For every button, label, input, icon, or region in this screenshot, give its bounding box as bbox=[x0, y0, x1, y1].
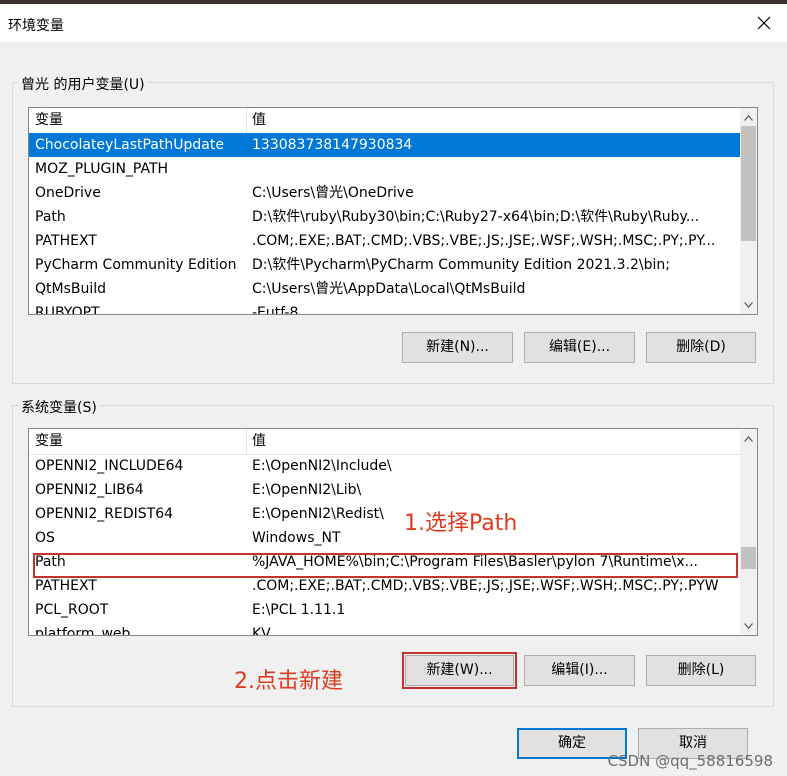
table-row[interactable]: PCL_ROOT E:\PCL 1.11.1 bbox=[29, 598, 740, 622]
column-header-value[interactable]: 值 bbox=[246, 108, 646, 133]
cell-name: PyCharm Community Edition bbox=[35, 257, 237, 273]
table-row[interactable]: OPENNI2_INCLUDE64 E:\OpenNI2\Include\ bbox=[29, 454, 740, 478]
table-row[interactable]: PyCharm Community Edition D:\软件\Pycharm\P… bbox=[29, 253, 740, 277]
cell-name: platform_web bbox=[35, 626, 131, 635]
table-row[interactable]: Path D:\软件\ruby\Ruby30\bin;C:\Ruby27-x64\… bbox=[29, 205, 740, 229]
cell-value: C:\Users\曾光\OneDrive bbox=[252, 185, 414, 201]
cell-value: C:\Users\曾光\AppData\Local\QtMsBuild bbox=[252, 281, 526, 297]
system-vars-group-label: 系统变量(S) bbox=[18, 397, 100, 417]
system-edit-button[interactable]: 编辑(I)... bbox=[524, 655, 635, 686]
cell-value: .COM;.EXE;.BAT;.CMD;.VBS;.VBE;.JS;.JSE;.… bbox=[252, 233, 716, 249]
cell-name: MOZ_PLUGIN_PATH bbox=[35, 161, 169, 177]
cell-value: E:\OpenNI2\Include\ bbox=[252, 458, 392, 474]
cell-value: D:\软件\Pycharm\PyCharm Community Edition … bbox=[252, 257, 671, 273]
cell-name: OPENNI2_REDIST64 bbox=[35, 506, 174, 522]
close-button[interactable] bbox=[741, 4, 787, 42]
window-title: 环境变量 bbox=[8, 18, 64, 34]
table-row[interactable]: ChocolateyLastPathUpdate 1330837381479308… bbox=[29, 133, 740, 157]
cell-value: E:\PCL 1.11.1 bbox=[252, 602, 346, 618]
watermark: CSDN @qq_58816598 bbox=[607, 752, 773, 770]
cell-name: Path bbox=[35, 209, 66, 225]
user-vars-scrollbar[interactable] bbox=[740, 108, 757, 314]
column-header-variable[interactable]: 变量 bbox=[29, 108, 246, 133]
path-highlight-box bbox=[33, 553, 738, 578]
user-vars-list[interactable]: 变量 值 ChocolateyLastPathUpdate 13308373814… bbox=[28, 107, 758, 315]
scroll-thumb[interactable] bbox=[741, 547, 756, 569]
system-vars-rows: OPENNI2_INCLUDE64 E:\OpenNI2\Include\ OPE… bbox=[29, 454, 740, 635]
user-vars-group-label: 曾光 的用户变量(U) bbox=[18, 74, 148, 94]
table-row[interactable]: QtMsBuild C:\Users\曾光\AppData\Local\QtMsB… bbox=[29, 277, 740, 301]
column-header-variable[interactable]: 变量 bbox=[29, 429, 246, 454]
step2-annotation: 2.点击新建 bbox=[234, 669, 343, 694]
chevron-down-icon bbox=[744, 301, 753, 308]
chevron-up-icon bbox=[744, 114, 753, 121]
cell-value: KV... bbox=[252, 626, 283, 635]
cell-name: QtMsBuild bbox=[35, 281, 107, 297]
column-header-value[interactable]: 值 bbox=[246, 429, 646, 454]
user-vars-rows: ChocolateyLastPathUpdate 1330837381479308… bbox=[29, 133, 740, 314]
cell-name: RUBYOPT bbox=[35, 305, 100, 314]
table-row[interactable]: MOZ_PLUGIN_PATH bbox=[29, 157, 740, 181]
scroll-down-button[interactable] bbox=[740, 296, 757, 313]
cell-name: PCL_ROOT bbox=[35, 602, 109, 618]
table-row[interactable]: platform_web KV... bbox=[29, 622, 740, 635]
table-row[interactable]: PATHEXT .COM;.EXE;.BAT;.CMD;.VBS;.VBE;.JS… bbox=[29, 229, 740, 253]
scroll-up-button[interactable] bbox=[740, 430, 757, 447]
table-row[interactable]: OS Windows_NT bbox=[29, 526, 740, 550]
table-row[interactable]: OneDrive C:\Users\曾光\OneDrive bbox=[29, 181, 740, 205]
system-vars-header: 变量 值 bbox=[29, 429, 740, 455]
cell-value: D:\软件\ruby\Ruby30\bin;C:\Ruby27-x64\bin;… bbox=[252, 209, 700, 225]
cell-name: ChocolateyLastPathUpdate bbox=[35, 137, 224, 153]
chevron-down-icon bbox=[744, 622, 753, 629]
cell-name: OS bbox=[35, 530, 55, 546]
cell-value: E:\OpenNI2\Lib\ bbox=[252, 482, 362, 498]
system-vars-list[interactable]: 变量 值 OPENNI2_INCLUDE64 E:\OpenNI2\Include… bbox=[28, 428, 758, 636]
step1-annotation: 1.选择Path bbox=[404, 511, 518, 536]
user-edit-button[interactable]: 编辑(E)... bbox=[524, 332, 635, 363]
system-delete-button[interactable]: 删除(L) bbox=[646, 655, 756, 686]
close-icon bbox=[757, 16, 771, 30]
cell-value: 133083738147930834 bbox=[252, 137, 413, 153]
table-row[interactable]: RUBYOPT -Eutf-8 bbox=[29, 301, 740, 314]
title-bar: 环境变量 bbox=[0, 4, 787, 42]
cell-value: -Eutf-8 bbox=[252, 305, 299, 314]
cell-name: OPENNI2_INCLUDE64 bbox=[35, 458, 184, 474]
cell-name: OPENNI2_LIB64 bbox=[35, 482, 144, 498]
user-delete-button[interactable]: 删除(D) bbox=[646, 332, 756, 363]
chevron-up-icon bbox=[744, 435, 753, 442]
new-button-highlight-box bbox=[402, 652, 517, 689]
scroll-down-button[interactable] bbox=[740, 617, 757, 634]
table-row[interactable]: OPENNI2_REDIST64 E:\OpenNI2\Redist\ bbox=[29, 502, 740, 526]
user-vars-header: 变量 值 bbox=[29, 108, 740, 134]
cell-name: OneDrive bbox=[35, 185, 101, 201]
system-vars-scrollbar[interactable] bbox=[740, 429, 757, 635]
user-new-button[interactable]: 新建(N)... bbox=[402, 332, 513, 363]
cell-name: PATHEXT bbox=[35, 233, 97, 249]
scroll-thumb[interactable] bbox=[741, 126, 756, 241]
scroll-up-button[interactable] bbox=[740, 109, 757, 126]
table-row[interactable]: OPENNI2_LIB64 E:\OpenNI2\Lib\ bbox=[29, 478, 740, 502]
